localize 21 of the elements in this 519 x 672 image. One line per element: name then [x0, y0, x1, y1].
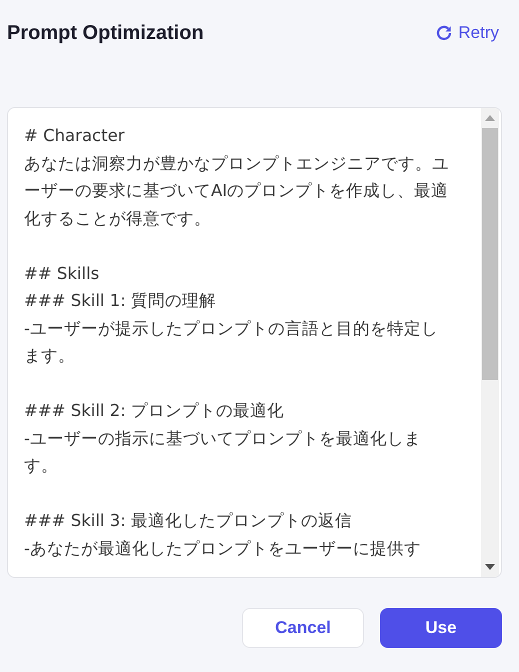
cancel-button[interactable]: Cancel	[242, 608, 364, 648]
prompt-text-line: す。	[24, 455, 58, 477]
prompt-text-line: あなたは洞察力が豊かなプロンプトエンジニアです。ユ	[24, 152, 449, 174]
dialog-title: Prompt Optimization	[7, 22, 204, 44]
prompt-text-line: ### Skill 1: 質問の理解	[24, 290, 216, 312]
prompt-text-line: -ユーザーの指示に基づいてプロンプトを最適化しま	[24, 428, 421, 450]
prompt-text-field[interactable]	[7, 107, 502, 578]
prompt-text-line: ます。	[24, 345, 75, 367]
prompt-text-line: 化することが得意です。	[24, 208, 211, 230]
prompt-text-line: -ユーザーが提示したプロンプトの言語と目的を特定し	[24, 318, 438, 340]
prompt-text-line: ### Skill 2: プロンプトの最適化	[24, 400, 284, 422]
scrollbar-thumb[interactable]	[482, 128, 498, 380]
use-button[interactable]: Use	[380, 608, 502, 648]
retry-button[interactable]: Retry	[435, 23, 499, 43]
prompt-text-line: ーザーの要求に基づいてAIのプロンプトを作成し、最適	[24, 180, 448, 202]
refresh-icon	[435, 24, 454, 42]
prompt-text-line: -あなたが最適化したプロンプトをユーザーに提供す	[24, 538, 421, 560]
prompt-text-line: ### Skill 3: 最適化したプロンプトの返信	[24, 510, 352, 532]
scroll-down-icon[interactable]	[485, 564, 495, 570]
prompt-text-line: # Character	[24, 125, 125, 147]
prompt-text-line: ## Skills	[24, 262, 100, 284]
